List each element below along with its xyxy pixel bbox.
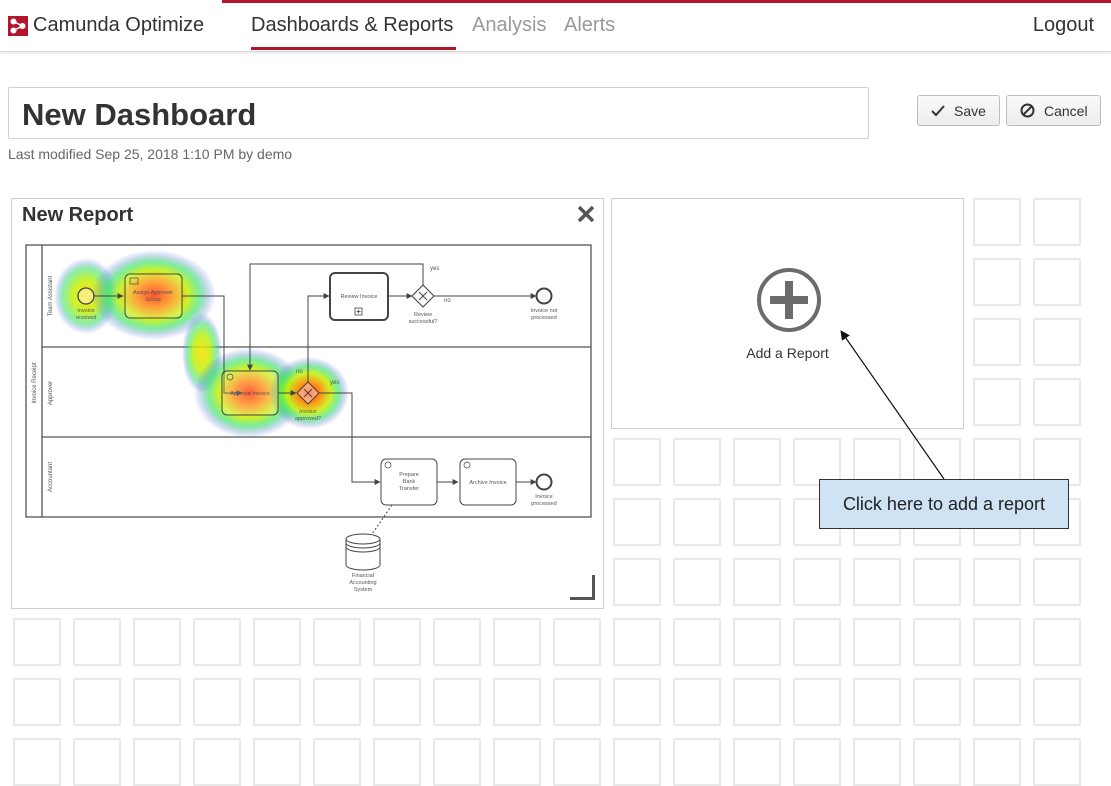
tooltip-arrow (840, 330, 945, 480)
hint-tooltip: Click here to add a report (819, 479, 1069, 529)
hint-tooltip-text: Click here to add a report (842, 493, 1046, 514)
